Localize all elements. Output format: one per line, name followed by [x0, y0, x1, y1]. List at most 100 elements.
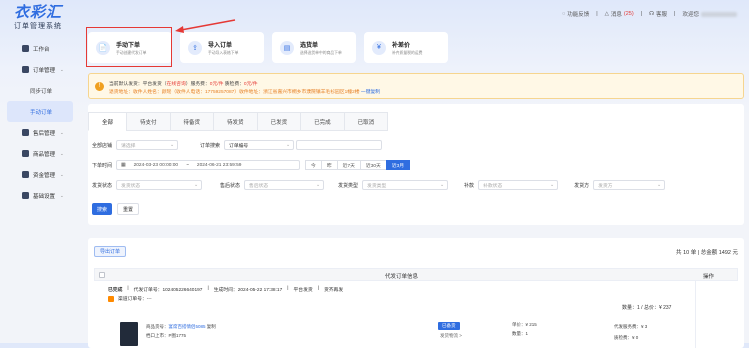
sidebar-item-orders[interactable]: 订单管理 ⌄ — [0, 59, 80, 80]
after-sale-status-select[interactable]: 售后状态 — [244, 180, 325, 190]
username-redacted — [701, 11, 737, 17]
order-search-input[interactable] — [296, 140, 383, 150]
sidebar-item-label: 售后管理 — [33, 130, 56, 137]
range-button-2[interactable]: 近7天 — [336, 160, 361, 170]
copy-code-link[interactable]: 复制 — [207, 324, 216, 329]
range-button-1[interactable]: 昨 — [320, 160, 338, 170]
sidebar-item-label: 基础设置 — [33, 193, 56, 200]
range-button-4[interactable]: 近3月 — [385, 160, 411, 170]
sidebar-item-goods[interactable]: 商品管理 ⌄ — [0, 143, 80, 164]
range-button-3[interactable]: 近30天 — [359, 160, 387, 170]
tab-4[interactable]: 已发货 — [256, 112, 302, 131]
after-sale-status-label: 售后状态 — [220, 182, 241, 189]
filter-row-2: 下单时间 ▦ 2024-03-23 00:00:00 ~ 2024-06-21 … — [92, 160, 411, 170]
sidebar-item-label: 手动订单 — [30, 109, 53, 116]
store-icon — [108, 295, 114, 302]
feedback-link[interactable]: ◌ 功能反馈 — [562, 10, 589, 18]
export-orders-button[interactable]: 导出订单 — [94, 246, 127, 257]
chevron-down-icon: ⌄ — [60, 66, 64, 72]
goods-code-line: 商品货号：宴席百搭情侣5085 复制 — [146, 324, 216, 329]
message-link[interactable]: △ 消息 (25) — [605, 10, 634, 18]
column-order-info: 代发订单信息 — [385, 274, 419, 280]
top-bar: ◌ 功能反馈 | △ 消息 (25) | ☊ 客服 | 欢迎您 — [562, 10, 737, 18]
shield-icon — [22, 171, 29, 178]
price-diff-card[interactable]: ¥ 补差价 补齐质量税的运费 — [364, 32, 448, 63]
column-actions: 操作 — [703, 274, 715, 280]
shop-label: 全部店铺 — [92, 142, 113, 149]
copy-address-link[interactable]: 一键复制 — [361, 90, 380, 95]
online-consult-link[interactable]: 在线咨询 — [167, 82, 186, 87]
tab-6[interactable]: 已取消 — [343, 112, 389, 131]
ship-type-label: 发货类型 — [338, 182, 359, 189]
shipper-select[interactable]: 发货方 — [593, 180, 666, 190]
tab-2[interactable]: 待备货 — [169, 112, 215, 131]
tab-0[interactable]: 全部 — [88, 112, 128, 131]
goods-location-line: 档口上市：P图1775 — [146, 333, 187, 338]
home-icon — [22, 45, 29, 52]
highlight-box — [86, 27, 172, 67]
ship-status-label: 发货状态 — [92, 182, 113, 189]
range-button-0[interactable]: 今 — [305, 160, 322, 170]
order-icon — [22, 66, 29, 73]
product-thumbnail — [120, 322, 138, 346]
pay-mode: 货齐再发 — [323, 288, 344, 293]
gear-icon — [22, 192, 29, 199]
order-goods-row: 商品货号：宴席百搭情侣5085 复制 档口上市：P图1775 已备货 发货物流 … — [108, 318, 708, 348]
chevron-down-icon: ⌄ — [60, 171, 64, 177]
default-shipping-line: 当前默认发货：平台发货（在线咨询）服务费：0元/件 质检费：0元/件 — [109, 82, 258, 87]
ship-mode: 平台发货 — [293, 288, 313, 293]
service-link[interactable]: ☊ 客服 — [649, 10, 667, 18]
tab-1[interactable]: 待支付 — [126, 112, 171, 131]
calendar-icon: ▦ — [121, 162, 126, 168]
import-order-card[interactable]: ⇪ 导入订单 手动导入表格下单 — [180, 32, 264, 63]
filter-actions: 搜索 重置 — [92, 203, 140, 215]
sidebar-item-after-sales[interactable]: 售后管理 ⌄ — [0, 122, 80, 143]
reset-button[interactable]: 重置 — [117, 203, 140, 215]
tab-3[interactable]: 待发货 — [213, 112, 258, 131]
lightbulb-icon: ◌ — [561, 11, 566, 17]
filter-row-3: 发货状态 发货状态 售后状态 售后状态 发货类型 发货类型 补款 补款状态 发货… — [92, 180, 666, 190]
ship-type-select[interactable]: 发货类型 — [362, 180, 449, 190]
order-number: 代发订单号：102405226640197 — [133, 288, 203, 293]
goods-code-link[interactable]: 宴席百搭情侣5085 — [169, 324, 206, 329]
list-icon: ▤ — [280, 40, 294, 55]
logo-text: 衣彩汇 — [14, 4, 63, 21]
qc-fee: 质检费：¥ 0 — [614, 335, 639, 340]
date-to: 2024-06-21 23:59:59 — [196, 162, 242, 168]
sidebar-item-settings[interactable]: 基础设置 ⌄ — [0, 185, 80, 206]
sidebar-item-sync-orders[interactable]: 同步订单 — [0, 80, 80, 101]
tab-5[interactable]: 已完成 — [300, 112, 345, 131]
search-button[interactable]: 搜索 — [92, 203, 113, 215]
sidebar-item-manual-orders[interactable]: 手动订单 — [7, 101, 73, 122]
sidebar-item-label: 资金管理 — [33, 172, 56, 179]
headset-icon: ☊ — [649, 11, 655, 17]
pick-list-card[interactable]: ▤ 选货单 选择选货单中的商品下单 — [272, 32, 356, 63]
order-list: 导出订单 共 10 单 | 总金额 1492 元 代发订单信息 操作 已完成 | … — [88, 238, 744, 348]
ship-status-select[interactable]: 发货状态 — [116, 180, 203, 190]
return-address-line: 退货地址：收件人姓名：颜瑶（收件人电话：17759257087）收件地址：浙江省… — [109, 90, 381, 95]
logo-subtitle: 订单管理系统 — [14, 23, 62, 30]
date-range-picker[interactable]: ▦ 2024-03-23 00:00:00 ~ 2024-06-21 23:59… — [116, 160, 301, 170]
shop-select[interactable]: 请选择 — [116, 140, 179, 150]
shipper-label: 发货方 — [574, 182, 590, 189]
quick-range-buttons: 今昨近7天 近30天 近3月 — [305, 160, 411, 170]
order-status-tabs: 全部 待支付 待备货 待发货 已发货 已完成 已取消 — [88, 112, 389, 131]
chevron-down-icon: ⌄ — [60, 150, 64, 156]
red-arrow-annotation — [175, 19, 236, 33]
supplement-select[interactable]: 补款状态 — [478, 180, 559, 190]
date-from: 2024-03-23 00:00:00 — [133, 162, 179, 168]
sidebar-item-workbench[interactable]: 工作台 — [0, 38, 80, 59]
sidebar-item-funds[interactable]: 资金管理 ⌄ — [0, 164, 80, 185]
import-icon: ⇪ — [188, 40, 202, 55]
welcome-user[interactable]: 欢迎您 — [682, 10, 737, 18]
chevron-down-icon: ⌄ — [60, 129, 64, 135]
order-time-label: 下单时间 — [92, 162, 113, 169]
search-type-select[interactable]: 订单编号 — [224, 140, 295, 150]
filter-panel: 全部待支付待备货待发货已发货已完成已取消 全部店铺 请选择 订单搜索 订单编号 … — [88, 104, 744, 225]
logistics-link[interactable]: 发货物流 > — [440, 333, 462, 339]
select-all-checkbox[interactable] — [99, 272, 105, 278]
sidebar-item-label: 同步订单 — [30, 88, 53, 95]
unit-price: 单价：¥ 215 — [512, 322, 537, 327]
message-count: (25) — [623, 11, 634, 17]
order-created-time: 生成时间：2024-05-22 17:38:17 — [213, 288, 283, 293]
